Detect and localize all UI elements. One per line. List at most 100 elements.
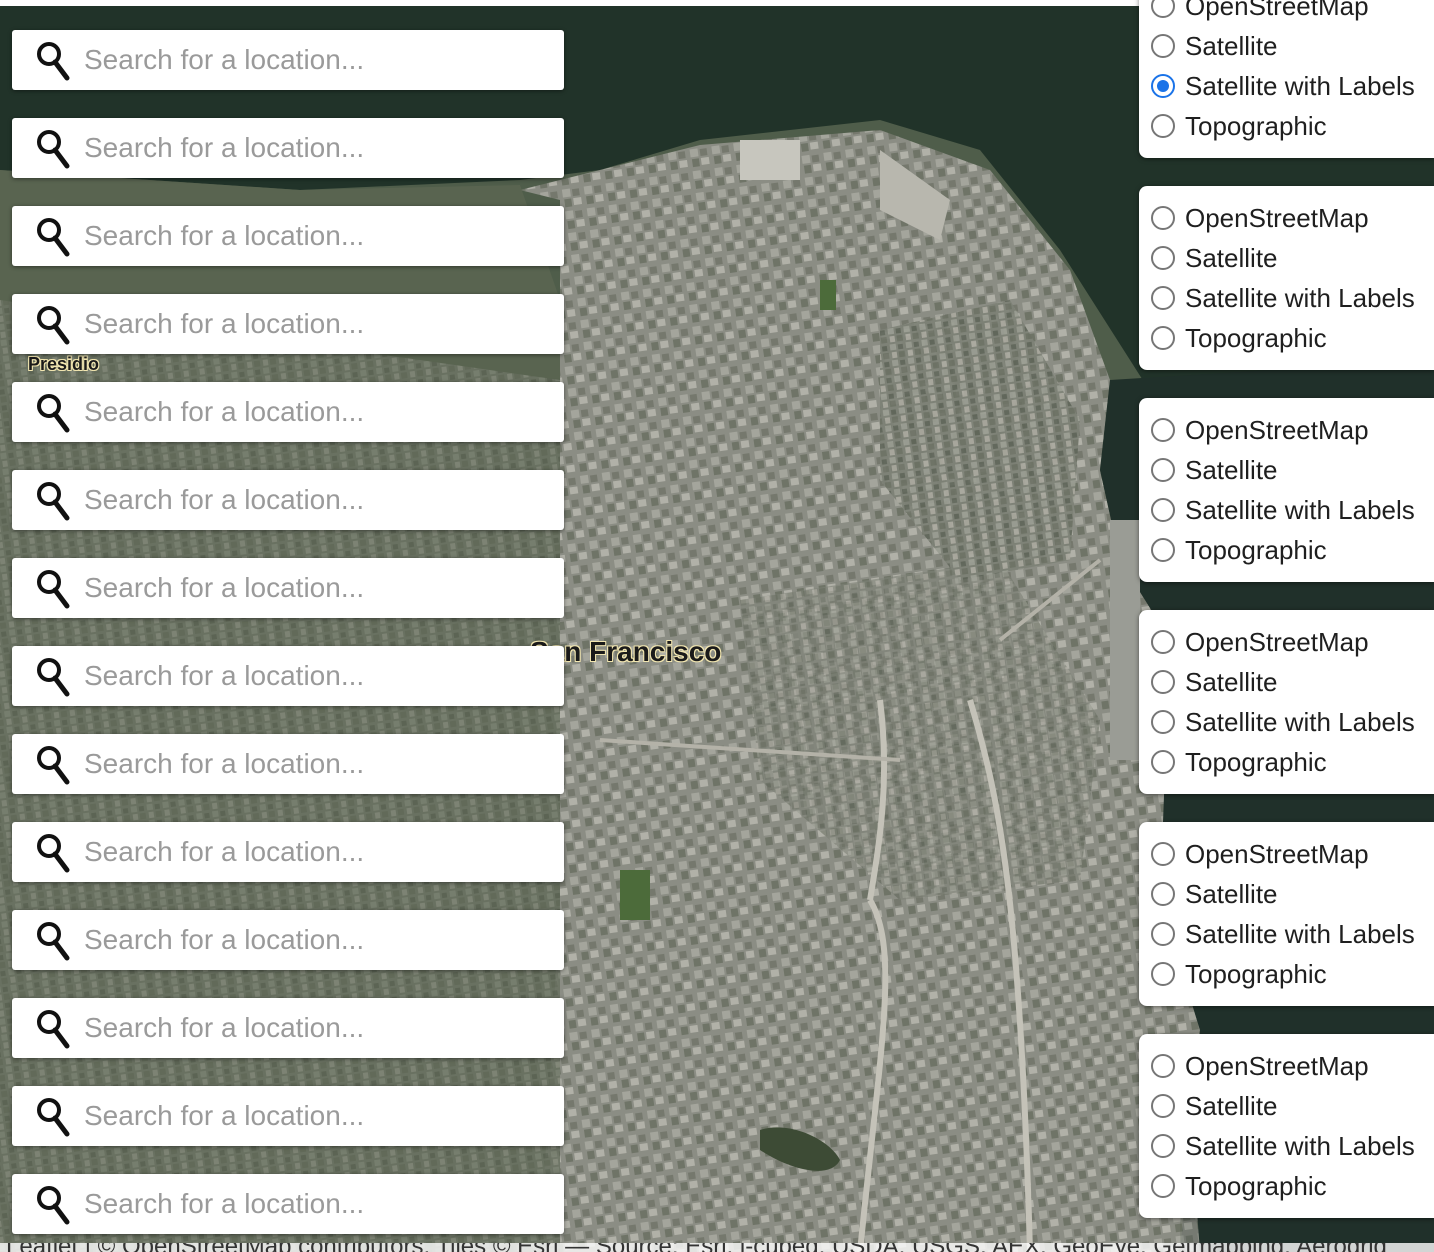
layer-option[interactable]: Topographic xyxy=(1151,1168,1434,1208)
search-input[interactable] xyxy=(84,302,544,346)
search-box[interactable] xyxy=(12,1174,564,1234)
magnifier-icon xyxy=(37,394,70,433)
radio-button[interactable] xyxy=(1151,498,1175,522)
layer-option[interactable]: Satellite with Labels xyxy=(1151,1128,1434,1168)
layer-switcher-panel: OpenStreetMap Satellite Satellite with Lab… xyxy=(1139,610,1434,794)
search-input[interactable] xyxy=(84,38,544,82)
radio-button[interactable] xyxy=(1151,114,1175,138)
radio-button[interactable] xyxy=(1151,1094,1175,1118)
layer-option[interactable]: OpenStreetMap xyxy=(1151,412,1434,452)
layer-option[interactable]: Topographic xyxy=(1151,532,1434,572)
radio-button[interactable] xyxy=(1151,630,1175,654)
radio-button[interactable] xyxy=(1151,418,1175,442)
layer-option[interactable]: Satellite xyxy=(1151,1088,1434,1128)
radio-button[interactable] xyxy=(1151,538,1175,562)
search-box[interactable] xyxy=(12,910,564,970)
layer-option-label: Topographic xyxy=(1185,535,1327,565)
search-input[interactable] xyxy=(84,126,544,170)
layer-option[interactable]: Satellite with Labels xyxy=(1151,68,1434,108)
radio-button[interactable] xyxy=(1151,1054,1175,1078)
layer-option-label: Topographic xyxy=(1185,747,1327,777)
layer-option-label: Topographic xyxy=(1185,959,1327,989)
search-box[interactable] xyxy=(12,118,564,178)
layer-switcher-panel: OpenStreetMap Satellite Satellite with Lab… xyxy=(1139,398,1434,582)
search-input[interactable] xyxy=(84,1182,544,1226)
radio-button[interactable] xyxy=(1151,286,1175,310)
layer-option-label: Satellite xyxy=(1185,455,1278,485)
layer-option-label: Topographic xyxy=(1185,323,1327,353)
radio-button[interactable] xyxy=(1151,882,1175,906)
magnifier-icon xyxy=(37,306,70,345)
layer-option[interactable]: OpenStreetMap xyxy=(1151,1048,1434,1088)
search-box[interactable] xyxy=(12,734,564,794)
layer-option-label: Satellite with Labels xyxy=(1185,919,1415,949)
radio-button[interactable] xyxy=(1151,458,1175,482)
radio-button[interactable] xyxy=(1151,1134,1175,1158)
search-box[interactable] xyxy=(12,558,564,618)
layer-switcher-panel: OpenStreetMap Satellite Satellite with Lab… xyxy=(1139,1034,1434,1218)
layer-option-label: Satellite with Labels xyxy=(1185,1131,1415,1161)
layer-option[interactable]: Satellite xyxy=(1151,28,1434,68)
layer-option-label: OpenStreetMap xyxy=(1185,415,1369,445)
layer-option[interactable]: Satellite xyxy=(1151,452,1434,492)
layer-option[interactable]: Satellite xyxy=(1151,876,1434,916)
layer-option[interactable]: OpenStreetMap xyxy=(1151,836,1434,876)
search-input[interactable] xyxy=(84,1006,544,1050)
radio-button[interactable] xyxy=(1151,326,1175,350)
radio-button[interactable] xyxy=(1151,750,1175,774)
search-box[interactable] xyxy=(12,646,564,706)
layer-option[interactable]: Satellite with Labels xyxy=(1151,916,1434,956)
magnifier-icon xyxy=(37,658,70,697)
layer-option-label: OpenStreetMap xyxy=(1185,627,1369,657)
layer-option[interactable]: Satellite with Labels xyxy=(1151,492,1434,532)
layer-option-label: Satellite xyxy=(1185,879,1278,909)
layer-option[interactable]: Topographic xyxy=(1151,108,1434,148)
search-input[interactable] xyxy=(84,1094,544,1138)
layer-option[interactable]: Satellite xyxy=(1151,240,1434,280)
radio-button[interactable] xyxy=(1151,962,1175,986)
search-input[interactable] xyxy=(84,390,544,434)
search-box[interactable] xyxy=(12,206,564,266)
layer-option[interactable]: Topographic xyxy=(1151,744,1434,784)
layer-option[interactable]: Satellite with Labels xyxy=(1151,704,1434,744)
search-input[interactable] xyxy=(84,918,544,962)
layer-option[interactable]: OpenStreetMap xyxy=(1151,0,1434,28)
layer-option[interactable]: Satellite xyxy=(1151,664,1434,704)
attribution-text: Leaflet | © OpenStreetMap contributors, … xyxy=(6,1243,1387,1252)
radio-button[interactable] xyxy=(1151,1174,1175,1198)
search-box[interactable] xyxy=(12,998,564,1058)
magnifier-icon xyxy=(37,570,70,609)
layer-option-label: OpenStreetMap xyxy=(1185,0,1369,21)
search-input[interactable] xyxy=(84,566,544,610)
search-box[interactable] xyxy=(12,382,564,442)
magnifier-icon xyxy=(37,218,70,257)
search-input[interactable] xyxy=(84,742,544,786)
radio-button[interactable] xyxy=(1151,246,1175,270)
layer-option[interactable]: OpenStreetMap xyxy=(1151,624,1434,664)
layer-option[interactable]: OpenStreetMap xyxy=(1151,200,1434,240)
search-box[interactable] xyxy=(12,1086,564,1146)
radio-button[interactable] xyxy=(1151,670,1175,694)
map-attribution: Leaflet | © OpenStreetMap contributors, … xyxy=(0,1243,1434,1252)
radio-button[interactable] xyxy=(1151,0,1175,18)
search-box[interactable] xyxy=(12,822,564,882)
radio-button[interactable] xyxy=(1151,922,1175,946)
search-box[interactable] xyxy=(12,294,564,354)
radio-button[interactable] xyxy=(1151,842,1175,866)
search-input[interactable] xyxy=(84,654,544,698)
magnifier-icon xyxy=(37,922,70,961)
radio-button[interactable] xyxy=(1151,206,1175,230)
radio-button[interactable] xyxy=(1151,74,1175,98)
layer-option[interactable]: Satellite with Labels xyxy=(1151,280,1434,320)
radio-button[interactable] xyxy=(1151,34,1175,58)
layer-option[interactable]: Topographic xyxy=(1151,956,1434,996)
magnifier-icon xyxy=(37,1098,70,1137)
radio-button[interactable] xyxy=(1151,710,1175,734)
search-input[interactable] xyxy=(84,478,544,522)
magnifier-icon xyxy=(37,130,70,169)
layer-option[interactable]: Topographic xyxy=(1151,320,1434,360)
search-input[interactable] xyxy=(84,830,544,874)
search-box[interactable] xyxy=(12,470,564,530)
search-input[interactable] xyxy=(84,214,544,258)
search-box[interactable] xyxy=(12,30,564,90)
